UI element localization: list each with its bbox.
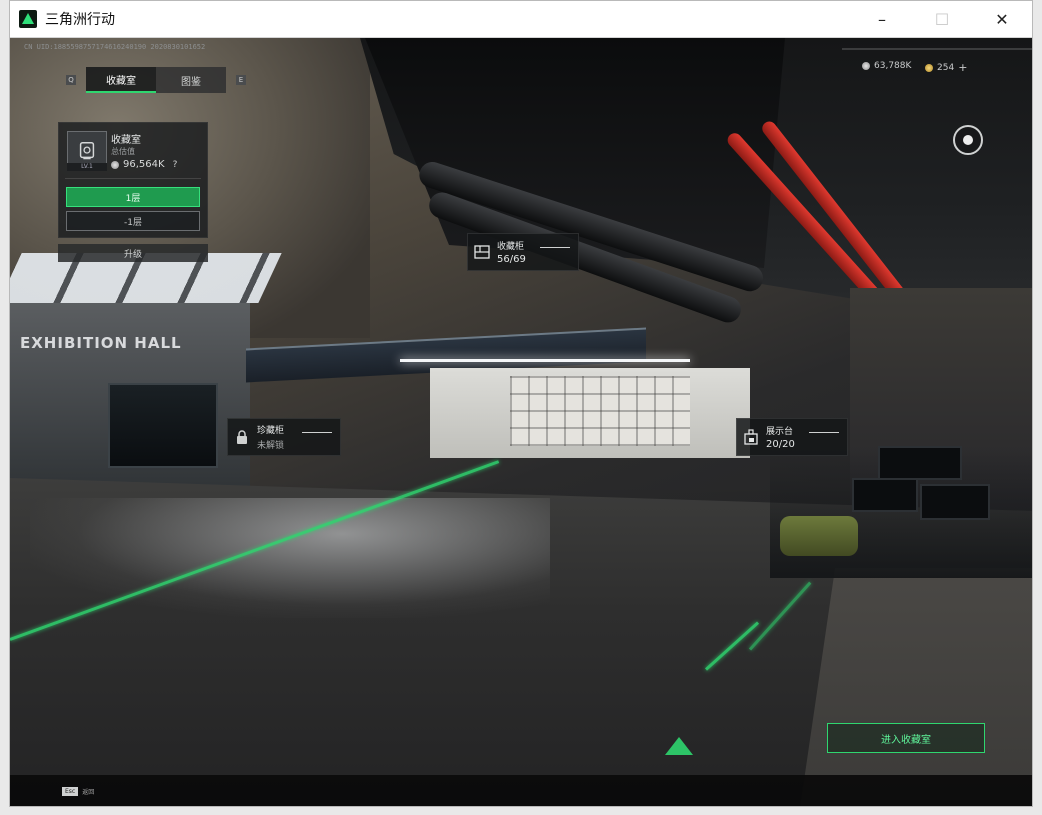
monitor bbox=[852, 478, 918, 512]
display-name: 展示台 bbox=[766, 427, 794, 437]
window-title: 三角洲行动 bbox=[45, 12, 115, 28]
silver-coin-icon bbox=[111, 160, 119, 169]
tab-prev-key[interactable]: Q bbox=[66, 75, 76, 85]
treasure-name: 珍藏柜 bbox=[257, 426, 285, 436]
display-shelf[interactable] bbox=[510, 376, 690, 446]
total-value-amount: 96,564K bbox=[123, 159, 165, 170]
monitor bbox=[920, 484, 990, 520]
gold-currency[interactable]: 254 + bbox=[925, 61, 967, 74]
silver-currency: 63,788K bbox=[862, 61, 911, 71]
cabinet-name: 收藏柜 bbox=[497, 242, 525, 252]
treasure-label[interactable]: 珍藏柜 未解锁 bbox=[227, 418, 341, 456]
upgrade-button[interactable]: 升级 bbox=[58, 244, 208, 262]
window-controls: – ☐ ✕ bbox=[852, 1, 1032, 38]
hall-sign: EXHIBITION HALL bbox=[20, 334, 182, 352]
display-label[interactable]: 展示台 20/20 bbox=[736, 418, 848, 456]
cabinet-icon bbox=[474, 244, 490, 260]
total-value-label: 总估值 bbox=[111, 147, 135, 156]
collection-panel: LV.1 收藏室 总估值 96,564K ? 1层 -1层 bbox=[58, 122, 208, 238]
top-divider bbox=[842, 48, 1032, 50]
bottom-bar bbox=[10, 775, 1032, 806]
silver-coin-icon bbox=[862, 62, 870, 70]
nav-arrow-icon[interactable] bbox=[665, 737, 693, 755]
app-logo-icon bbox=[19, 10, 37, 28]
tab-next-key[interactable]: E bbox=[236, 75, 246, 85]
lock-icon bbox=[234, 429, 250, 445]
display-icon bbox=[743, 429, 759, 445]
gold-amount: 254 bbox=[937, 62, 955, 73]
close-button[interactable]: ✕ bbox=[972, 1, 1032, 38]
esc-key: Esc bbox=[62, 786, 79, 796]
gold-coin-icon bbox=[925, 63, 933, 72]
esc-label: 返回 bbox=[82, 788, 95, 796]
panel-title: 收藏室 bbox=[111, 135, 141, 146]
compass-icon[interactable] bbox=[953, 125, 983, 155]
treasure-status: 未解锁 bbox=[257, 441, 285, 451]
monitor bbox=[878, 446, 962, 480]
light-strip bbox=[400, 359, 690, 362]
silver-amount: 63,788K bbox=[874, 61, 912, 71]
add-currency-icon[interactable]: + bbox=[958, 61, 967, 74]
cabinet-count: 56/69 bbox=[497, 254, 526, 265]
enter-collection-button[interactable]: 进入收藏室 bbox=[827, 723, 985, 753]
tab-collection[interactable]: 收藏室 bbox=[86, 67, 156, 93]
app-window: 三角洲行动 – ☐ ✕ EXHIBITION HALL CN UID:18855… bbox=[9, 0, 1033, 807]
panel-divider bbox=[65, 178, 201, 179]
game-viewport[interactable]: EXHIBITION HALL CN UID:18855987571746162… bbox=[10, 38, 1032, 806]
esc-hint[interactable]: Esc 返回 bbox=[62, 784, 94, 798]
total-value: 96,564K ? bbox=[111, 159, 177, 170]
hall-screen bbox=[108, 383, 218, 468]
minimize-button[interactable]: – bbox=[852, 1, 912, 38]
tab-bar: Q 收藏室 图鉴 E bbox=[56, 67, 256, 93]
label-line bbox=[302, 432, 332, 433]
floor-spotlight bbox=[30, 498, 550, 618]
maximize-button[interactable]: ☐ bbox=[912, 1, 972, 38]
label-line bbox=[809, 432, 839, 433]
tab-catalog[interactable]: 图鉴 bbox=[156, 67, 226, 93]
cabinet-label[interactable]: 收藏柜 56/69 bbox=[467, 233, 579, 271]
floor-minus1-button[interactable]: -1层 bbox=[66, 211, 200, 231]
floor-1-button[interactable]: 1层 bbox=[66, 187, 200, 207]
display-count: 20/20 bbox=[766, 439, 795, 450]
uid-text: CN UID:1885598757174616240190 2020830101… bbox=[24, 43, 206, 51]
help-icon[interactable]: ? bbox=[173, 160, 178, 170]
level-tag: LV.1 bbox=[67, 163, 107, 171]
label-line bbox=[540, 247, 570, 248]
title-bar: 三角洲行动 – ☐ ✕ bbox=[10, 1, 1032, 38]
compass-center bbox=[963, 135, 973, 145]
floor-platform bbox=[800, 568, 1032, 806]
weapon-crate[interactable] bbox=[780, 516, 858, 556]
